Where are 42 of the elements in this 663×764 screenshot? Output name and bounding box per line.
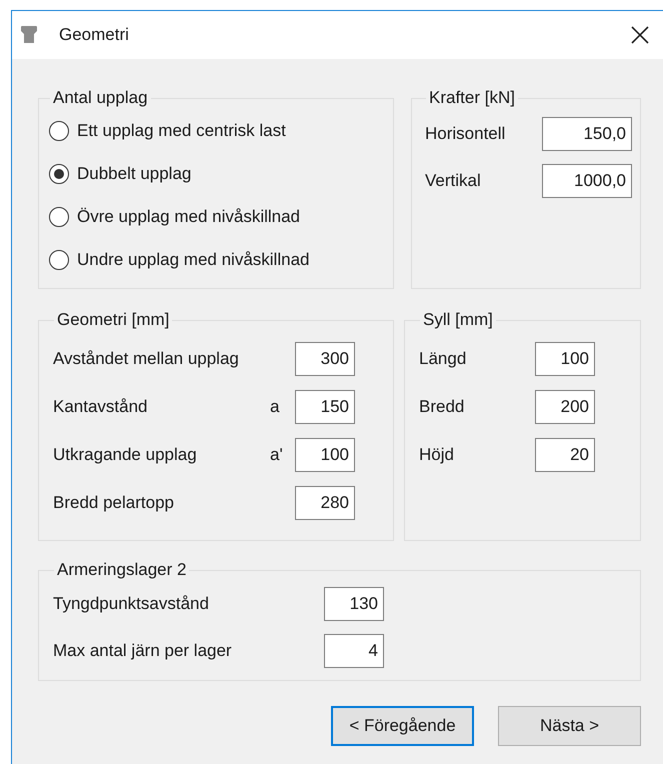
number-field[interactable]: 200	[535, 390, 595, 424]
number-field[interactable]: 1000,0	[542, 164, 632, 198]
number-field[interactable]: 100	[295, 438, 355, 472]
field-label: Höjd	[419, 444, 455, 466]
group-title: Syll [mm]	[422, 311, 494, 329]
number-field[interactable]: 150	[295, 390, 355, 424]
field-label: Avståndet mellan upplag	[53, 348, 240, 370]
group-title: Armeringslager 2	[56, 561, 188, 579]
nav-button[interactable]: Nästa >	[498, 706, 641, 746]
field-label: Max antal järn per lager	[53, 640, 233, 662]
number-field[interactable]: 100	[535, 342, 595, 376]
number-field[interactable]: 4	[324, 634, 384, 668]
group-title: Antal upplag	[52, 89, 149, 107]
nav-button[interactable]: < Föregående	[331, 706, 474, 746]
field-label: Horisontell	[425, 122, 506, 145]
close-icon	[631, 26, 649, 44]
group-title: Krafter [kN]	[428, 89, 516, 107]
radio-button[interactable]	[49, 164, 69, 184]
field-label: Tyngdpunktsavstånd	[53, 592, 210, 615]
group-title: Geometri [mm]	[56, 311, 170, 329]
radio-button[interactable]	[49, 250, 69, 270]
window-title: Geometri	[59, 24, 129, 46]
number-field[interactable]: 130	[324, 586, 384, 620]
field-label: Bredd	[419, 396, 466, 418]
field-label: Utkragande upplag	[53, 444, 198, 466]
number-field[interactable]: 300	[295, 342, 355, 376]
radio-button[interactable]	[49, 206, 69, 226]
field-label: Längd	[419, 348, 468, 370]
field-label: Bredd pelartopp	[53, 492, 175, 514]
radio-button[interactable]	[49, 120, 69, 140]
radio-label: Ett upplag med centrisk last	[77, 120, 286, 142]
field-label: Vertikal	[425, 170, 482, 192]
radio-label: Undre upplag med nivåskillnad	[77, 248, 310, 271]
number-field[interactable]: 280	[295, 486, 355, 520]
symbol-label: a'	[270, 444, 284, 466]
radio-label: Dubbelt upplag	[77, 162, 192, 185]
radio-label: Övre upplag med nivåskillnad	[77, 206, 300, 228]
number-field[interactable]: 150,0	[542, 116, 632, 150]
column-icon	[21, 26, 37, 44]
symbol-label: a	[270, 396, 280, 418]
field-label: Kantavstånd	[53, 396, 149, 418]
number-field[interactable]: 20	[535, 438, 595, 472]
